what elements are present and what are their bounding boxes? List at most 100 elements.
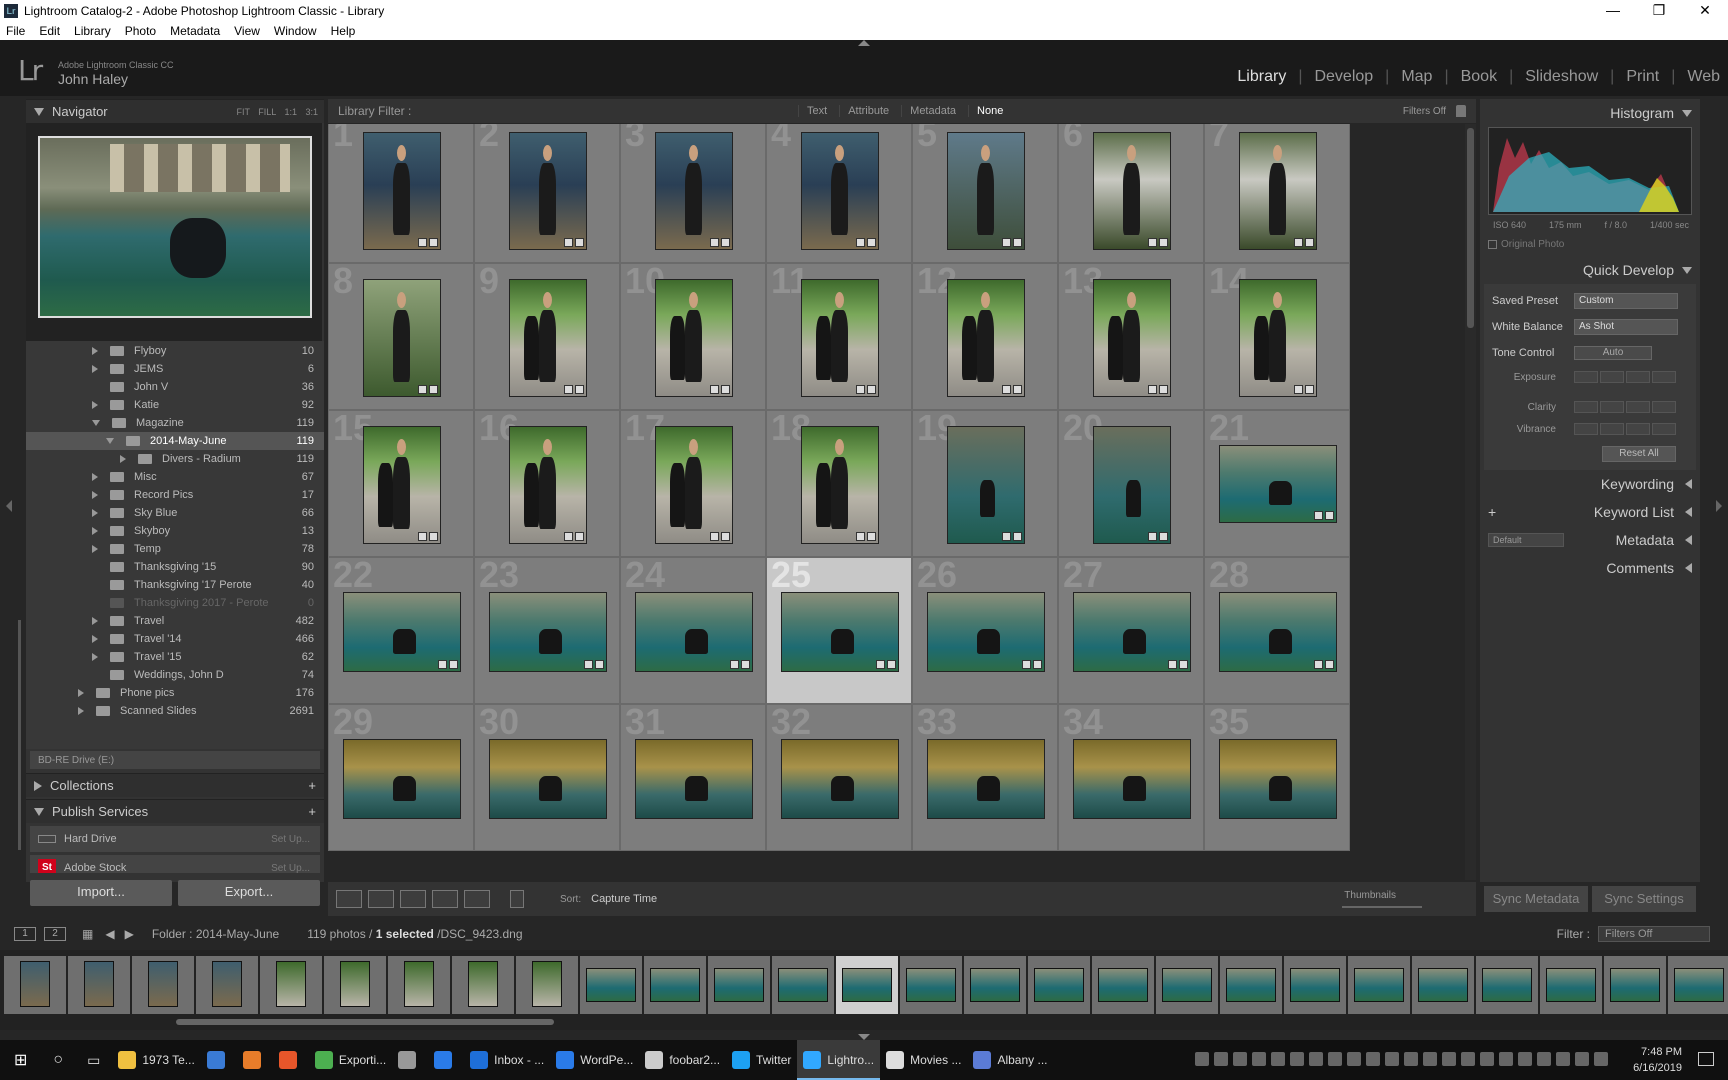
collapse-icon[interactable]	[120, 455, 126, 463]
taskbar-app[interactable]: Exporti...	[309, 1040, 392, 1080]
collapse-icon[interactable]	[78, 689, 84, 697]
filmstrip-thumbnail[interactable]	[1156, 956, 1218, 1014]
collapse-icon[interactable]	[92, 365, 98, 373]
folder-row[interactable]: Thanksgiving '15 90	[26, 558, 324, 576]
folder-row[interactable]: Skyboy 13	[26, 522, 324, 540]
photo-thumbnail[interactable]	[343, 592, 461, 672]
filmstrip-thumbnail[interactable]	[1668, 956, 1728, 1014]
folder-row[interactable]: Record Pics 17	[26, 486, 324, 504]
tray-icon[interactable]	[1518, 1052, 1532, 1066]
tray-icon[interactable]	[1195, 1052, 1209, 1066]
filter-preset[interactable]: Filters Off	[1403, 106, 1446, 117]
module-web[interactable]: Web	[1687, 68, 1720, 86]
photo-thumbnail[interactable]	[947, 132, 1025, 250]
filmstrip-thumbnail[interactable]	[452, 956, 514, 1014]
expand-icon[interactable]	[92, 420, 100, 426]
folder-row[interactable]: Weddings, John D 74	[26, 666, 324, 684]
folder-row[interactable]: Travel 482	[26, 612, 324, 630]
top-panel-toggle-icon[interactable]	[858, 40, 870, 46]
comments-header[interactable]: Comments	[1480, 554, 1700, 582]
photo-thumbnail[interactable]	[655, 132, 733, 250]
compare-view-button[interactable]	[400, 890, 426, 908]
photo-thumbnail[interactable]	[1219, 739, 1337, 819]
grid-cell[interactable]: 30	[474, 701, 620, 851]
maximize-button[interactable]: ❐	[1636, 0, 1682, 22]
folder-row[interactable]: Travel '14 466	[26, 630, 324, 648]
menu-item-view[interactable]: View	[234, 24, 260, 38]
filmstrip-thumbnail[interactable]	[196, 956, 258, 1014]
photo-thumbnail[interactable]	[781, 739, 899, 819]
filmstrip-filter-select[interactable]: Filters Off	[1598, 926, 1710, 942]
keywording-header[interactable]: Keywording	[1480, 470, 1700, 498]
grid-cell[interactable]: 7	[1204, 124, 1350, 263]
grid-cell[interactable]: 34	[1058, 701, 1204, 851]
painter-icon[interactable]	[510, 890, 524, 908]
tray-icon[interactable]	[1214, 1052, 1228, 1066]
photo-thumbnail[interactable]	[1073, 739, 1191, 819]
tray-icon[interactable]	[1499, 1052, 1513, 1066]
grid-cell[interactable]: 3	[620, 124, 766, 263]
grid-cell[interactable]: 1	[328, 124, 474, 263]
filmstrip-thumbnail[interactable]	[132, 956, 194, 1014]
scrollbar-thumb[interactable]	[1467, 128, 1474, 328]
tray-icon[interactable]	[1347, 1052, 1361, 1066]
menu-item-window[interactable]: Window	[274, 24, 317, 38]
clock[interactable]: 7:48 PM 6/16/2019	[1633, 1044, 1682, 1076]
grid-cell[interactable]: 14	[1204, 260, 1350, 410]
folder-row[interactable]: John V 36	[26, 378, 324, 396]
taskbar-app[interactable]: Inbox - ...	[464, 1040, 550, 1080]
grid-cell[interactable]: 8	[328, 260, 474, 410]
filmstrip-thumbnail[interactable]	[964, 956, 1026, 1014]
photo-thumbnail[interactable]	[947, 426, 1025, 544]
collapse-icon[interactable]	[92, 491, 98, 499]
module-map[interactable]: Map	[1401, 68, 1432, 86]
drive-row[interactable]: BD-RE Drive (E:)	[30, 751, 320, 769]
tray-icon[interactable]	[1252, 1052, 1266, 1066]
folder-row[interactable]: Thanksgiving '17 Perote 40	[26, 576, 324, 594]
photo-thumbnail[interactable]	[801, 426, 879, 544]
tray-icon[interactable]	[1442, 1052, 1456, 1066]
folder-row[interactable]: Thanksgiving 2017 - Perote 0	[26, 594, 324, 612]
menu-item-file[interactable]: File	[6, 24, 25, 38]
setup-link[interactable]: Set Up...	[271, 863, 310, 874]
filter-option-attribute[interactable]: Attribute	[839, 105, 897, 117]
taskbar-app[interactable]: Twitter	[726, 1040, 797, 1080]
taskbar-app[interactable]: Lightro...	[797, 1040, 881, 1080]
photo-thumbnail[interactable]	[489, 739, 607, 819]
photo-thumbnail[interactable]	[489, 592, 607, 672]
collapse-icon[interactable]	[92, 527, 98, 535]
collapse-icon[interactable]	[92, 617, 98, 625]
photo-thumbnail[interactable]	[801, 132, 879, 250]
grid-cell[interactable]: 19	[912, 407, 1058, 557]
photo-thumbnail[interactable]	[509, 132, 587, 250]
grid-cell[interactable]: 27	[1058, 554, 1204, 704]
grid-cell[interactable]: 22	[328, 554, 474, 704]
close-button[interactable]: ✕	[1682, 0, 1728, 22]
photo-thumbnail[interactable]	[363, 132, 441, 250]
grid-cell[interactable]: 12	[912, 260, 1058, 410]
add-collection-button[interactable]: +	[308, 778, 316, 793]
people-view-button[interactable]	[464, 890, 490, 908]
grid-cell[interactable]: 28	[1204, 554, 1350, 704]
tray-icon[interactable]	[1385, 1052, 1399, 1066]
histogram-header[interactable]: Histogram	[1480, 99, 1700, 127]
grid-cell[interactable]: 33	[912, 701, 1058, 851]
add-publish-button[interactable]: +	[308, 804, 316, 819]
folder-row[interactable]: JEMS 6	[26, 360, 324, 378]
photo-thumbnail[interactable]	[1093, 279, 1171, 397]
setup-link[interactable]: Set Up...	[271, 834, 310, 845]
tray-icon[interactable]	[1461, 1052, 1475, 1066]
tray-icon[interactable]	[1404, 1052, 1418, 1066]
add-keyword-button[interactable]: +	[1488, 504, 1496, 520]
clarity-buttons[interactable]	[1574, 401, 1676, 413]
taskbar-app[interactable]	[392, 1040, 428, 1080]
grid-cell[interactable]: 21	[1204, 407, 1350, 557]
grid-cell[interactable]: 32	[766, 701, 912, 851]
auto-tone-button[interactable]: Auto	[1574, 346, 1652, 360]
source-folder[interactable]: Folder : 2014-May-June	[152, 927, 279, 941]
filmstrip-thumbnail[interactable]	[836, 956, 898, 1014]
filter-option-none[interactable]: None	[968, 105, 1011, 117]
quick-develop-header[interactable]: Quick Develop	[1480, 256, 1700, 284]
search-icon[interactable]: ○	[41, 1040, 75, 1080]
taskbar-app[interactable]	[237, 1040, 273, 1080]
